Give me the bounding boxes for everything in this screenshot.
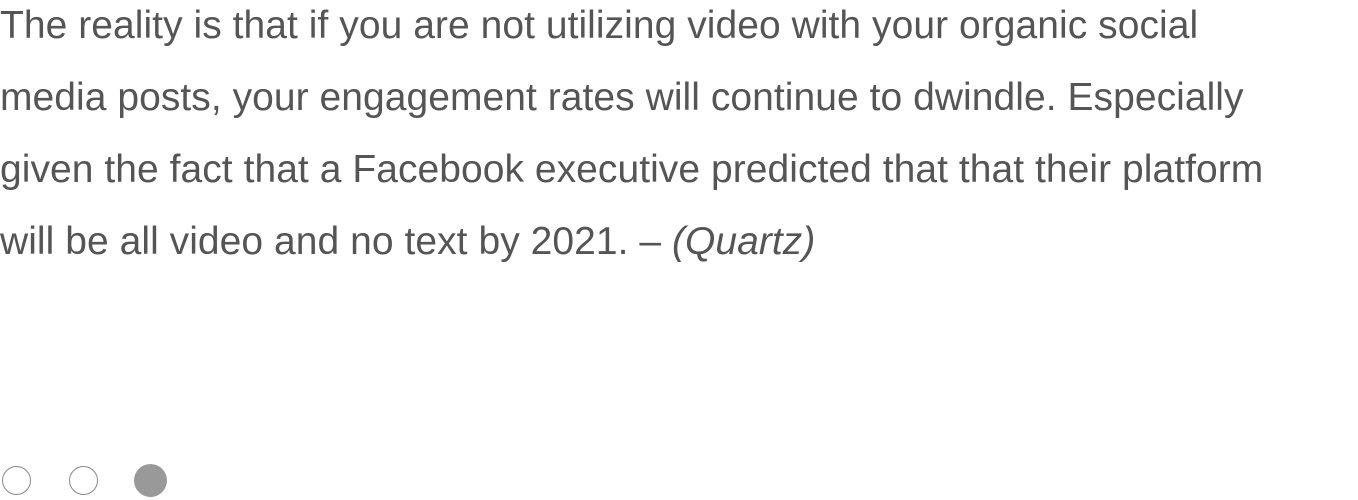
quote-line: The reality is that if you are not utili… <box>0 4 1199 47</box>
carousel-dot-3-active[interactable] <box>134 463 167 497</box>
quote-line-last: will be all video and no text by 2021. –… <box>0 206 1358 278</box>
carousel-pagination <box>2 463 167 497</box>
quote-text: The reality is that if you are not utili… <box>0 0 1358 278</box>
quote-source: (Quartz) <box>671 220 816 263</box>
carousel-dot-1[interactable] <box>2 465 31 495</box>
quote-line: given the fact that a Facebook executive… <box>0 148 1264 191</box>
carousel-dot-2[interactable] <box>69 465 98 495</box>
quote-line-text: will be all video and no text by 2021. – <box>0 220 672 263</box>
testimonial-slide: The reality is that if you are not utili… <box>0 0 1358 500</box>
quote-line: media posts, your engagement rates will … <box>0 76 1244 119</box>
